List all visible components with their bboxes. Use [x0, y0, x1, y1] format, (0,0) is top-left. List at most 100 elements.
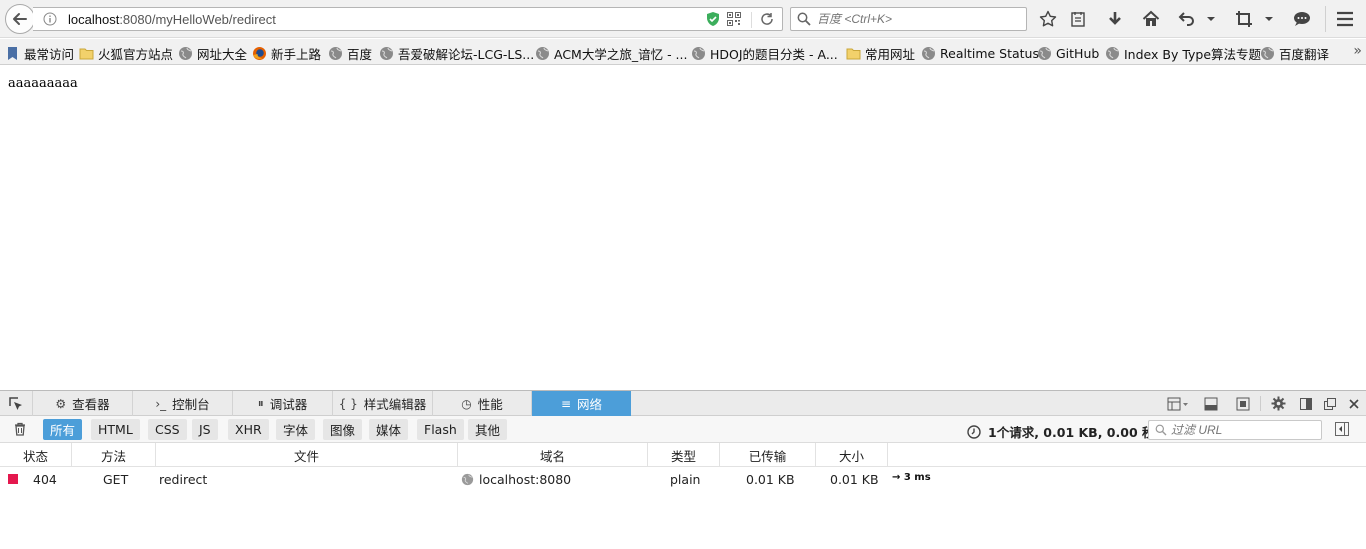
undo-dropdown[interactable]	[1204, 9, 1218, 29]
domain-text: localhost:8080	[479, 471, 572, 487]
bookmark-item[interactable]: 百度翻译	[1260, 44, 1329, 62]
column-header-type[interactable]: 类型	[648, 443, 720, 467]
info-icon[interactable]	[43, 12, 57, 26]
devtools-settings-button[interactable]	[1269, 395, 1287, 412]
search-input[interactable]	[817, 10, 1017, 28]
close-devtools-button[interactable]	[1345, 395, 1363, 412]
filter-media-button[interactable]: 媒体	[369, 419, 409, 440]
globe-icon	[1106, 46, 1119, 60]
timing-label: → 3 ms	[892, 472, 931, 483]
bookmark-item[interactable]: 百度	[328, 44, 372, 62]
split-console-button[interactable]	[1202, 395, 1220, 412]
summary-text: 1个请求, 0.01 KB, 0.00 秒	[988, 425, 1155, 440]
download-button[interactable]	[1105, 9, 1125, 29]
toolbar-separator	[1325, 6, 1326, 32]
url-text[interactable]: localhost:8080/myHelloWeb/redirect	[68, 12, 276, 27]
tab-network[interactable]: ≡ 网络	[532, 391, 631, 416]
column-header-size[interactable]: 大小	[816, 443, 888, 467]
filter-images-button[interactable]: 图像	[323, 419, 363, 440]
tab-debugger[interactable]: ⏸ 调试器	[233, 391, 333, 416]
filter-html-button[interactable]: HTML	[91, 419, 140, 440]
crop-icon	[1236, 11, 1252, 27]
toggle-details-panel-icon[interactable]	[1335, 422, 1349, 436]
filter-xhr-button[interactable]: XHR	[228, 419, 269, 440]
filter-fonts-button[interactable]: 字体	[276, 419, 316, 440]
bookmark-label: 吾爱破解论坛-LCG-LS...	[398, 46, 535, 62]
bookmark-label: 百度	[347, 46, 373, 62]
bookmark-label: 新手上路	[271, 46, 322, 62]
bookmark-item[interactable]: ACM大学之旅_谙忆 - ...	[535, 44, 687, 62]
tab-inspector[interactable]: ⚙ 查看器	[33, 391, 133, 416]
filter-flash-button[interactable]: Flash	[417, 419, 464, 440]
menu-button[interactable]	[1335, 9, 1355, 29]
bookmark-folder[interactable]: 火狐官方站点	[79, 44, 173, 62]
bookmark-label: ACM大学之旅_谙忆 - ...	[554, 46, 688, 62]
table-row[interactable]: 404 GET redirect localhost:8080 plain 0.…	[0, 468, 1366, 490]
back-button[interactable]	[5, 4, 35, 34]
column-header-transferred[interactable]: 已传输	[720, 443, 816, 467]
search-icon	[1155, 424, 1167, 436]
chat-button[interactable]	[1292, 9, 1312, 29]
bookmarks-overflow-button[interactable]: »	[1353, 43, 1362, 59]
bookmark-label: GitHub	[1056, 45, 1100, 61]
filter-url-input[interactable]	[1171, 422, 1319, 438]
bookmark-folder[interactable]: 常用网址	[846, 44, 915, 62]
chevron-down-icon	[1265, 17, 1273, 21]
shield-icon[interactable]	[705, 11, 721, 27]
bookmark-star-button[interactable]	[1038, 9, 1058, 29]
chat-icon	[1294, 12, 1310, 26]
tab-console[interactable]: ›_ 控制台	[133, 391, 233, 416]
filter-url-box[interactable]	[1148, 420, 1322, 440]
screenshot-button[interactable]	[1234, 9, 1254, 29]
chevron-down-icon	[1207, 17, 1215, 21]
bookmark-item[interactable]: Realtime Status	[921, 44, 1039, 62]
filter-js-button[interactable]: JS	[192, 419, 218, 440]
bookmarks-icon	[8, 46, 17, 60]
bookmark-item[interactable]: 网址大全	[178, 44, 247, 62]
column-header-status[interactable]: 状态	[0, 443, 72, 467]
bookmark-item[interactable]: GitHub	[1037, 44, 1099, 62]
undock-icon	[1324, 397, 1336, 410]
filter-all-button[interactable]: 所有	[43, 419, 83, 440]
globe-icon	[536, 46, 549, 60]
column-header-domain[interactable]: 域名	[458, 443, 648, 467]
cell-transferred: 0.01 KB	[746, 471, 795, 487]
request-table-header: 状态 方法 文件 域名 类型 已传输 大小	[0, 443, 1366, 467]
column-header-file[interactable]: 文件	[156, 443, 458, 467]
tab-performance[interactable]: ◷ 性能	[433, 391, 532, 416]
cell-type: plain	[670, 471, 701, 487]
reload-icon[interactable]	[760, 12, 774, 26]
frame-select-button[interactable]	[1166, 395, 1190, 412]
bookmark-label: Index By Type算法专题	[1124, 46, 1262, 62]
undo-button[interactable]	[1176, 9, 1196, 29]
folder-icon	[79, 48, 94, 59]
column-header-method[interactable]: 方法	[72, 443, 156, 467]
element-picker-button[interactable]	[0, 391, 33, 416]
folder-icon	[846, 48, 861, 59]
filter-other-button[interactable]: 其他	[468, 419, 508, 440]
undock-button[interactable]	[1321, 395, 1339, 412]
bookmark-item[interactable]: 吾爱破解论坛-LCG-LS...	[379, 44, 534, 62]
bookmark-item[interactable]: Index By Type算法专题	[1105, 44, 1261, 62]
bookmark-item[interactable]: 最常访问	[5, 44, 74, 62]
responsive-design-button[interactable]	[1234, 395, 1252, 412]
firefox-icon	[253, 46, 266, 60]
bookmark-label: 百度翻译	[1279, 46, 1330, 62]
search-bar[interactable]	[790, 7, 1027, 31]
filter-css-button[interactable]: CSS	[148, 419, 187, 440]
dock-side-button[interactable]	[1297, 395, 1315, 412]
bookmark-label: HDOJ的题目分类 - A...	[710, 46, 838, 62]
bookmark-item[interactable]: HDOJ的题目分类 - A...	[691, 44, 838, 62]
bookmark-item[interactable]: 新手上路	[252, 44, 321, 62]
performance-icon: ◷	[461, 396, 472, 411]
url-separator	[751, 12, 752, 28]
tab-style-editor[interactable]: { } 样式编辑器	[333, 391, 433, 416]
reading-list-button[interactable]	[1068, 9, 1088, 29]
home-button[interactable]	[1141, 9, 1161, 29]
url-bar[interactable]: localhost:8080/myHelloWeb/redirect	[33, 7, 783, 31]
undo-icon	[1178, 12, 1194, 26]
screenshot-dropdown[interactable]	[1262, 9, 1276, 29]
qr-icon[interactable]	[727, 12, 741, 26]
debugger-icon: ⏸	[257, 396, 264, 410]
trash-icon[interactable]	[13, 422, 27, 436]
